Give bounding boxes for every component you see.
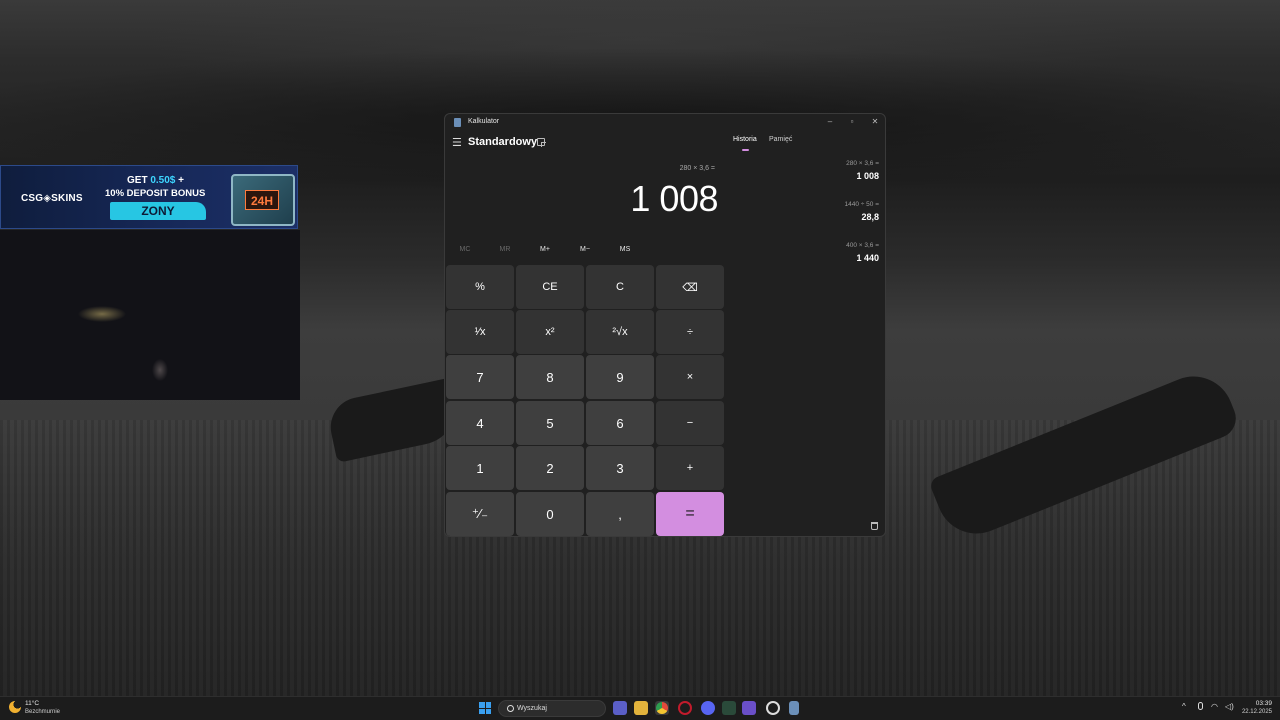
ad-headline-amount: 0.50$ (150, 175, 176, 186)
backspace-button[interactable]: ⌫ (656, 265, 724, 309)
memory-clear-button[interactable]: MC (450, 246, 480, 253)
percent-button[interactable]: % (446, 265, 514, 309)
ad-headline-prefix: GET (127, 175, 151, 186)
calculator-app-icon (454, 118, 461, 127)
tray-chevron-up-icon[interactable]: ^ (1182, 702, 1186, 711)
minimize-button[interactable]: – (820, 116, 840, 128)
decimal-button[interactable]: , (586, 492, 654, 536)
clock-time[interactable]: 03:39 (1242, 700, 1272, 707)
search-placeholder: Wyszukaj (517, 705, 547, 712)
trash-icon[interactable] (871, 522, 878, 530)
digit-2-button[interactable]: 2 (516, 446, 584, 490)
digit-7-button[interactable]: 7 (446, 355, 514, 399)
video-overlay (0, 230, 300, 400)
opera-app-icon[interactable] (678, 701, 692, 715)
digit-5-button[interactable]: 5 (516, 401, 584, 445)
memory-store-button[interactable]: MS (610, 246, 640, 253)
history-expression: 400 × 3,6 = (846, 242, 879, 249)
divide-button[interactable]: ÷ (656, 310, 724, 354)
subtract-button[interactable]: − (656, 401, 724, 445)
ad-case-label: 24H (245, 190, 279, 210)
tab-history-indicator (742, 149, 749, 151)
search-icon (507, 705, 514, 712)
windows-start-icon[interactable] (479, 702, 491, 714)
title-bar[interactable]: Kalkulator – ▫ ✕ (445, 114, 885, 130)
side-panel-tabs: Historia Pamięć (733, 136, 883, 156)
ad-headline: GET 0.50$ + (127, 175, 184, 186)
chrome-logo (656, 702, 668, 714)
volume-icon[interactable]: ◁) (1225, 702, 1234, 711)
history-item[interactable]: 280 × 3,6 = 1 008 (735, 160, 879, 181)
calculator-window: Kalkulator – ▫ ✕ ☰ Standardowy 280 × 3,6… (444, 113, 886, 537)
weather-temperature[interactable]: 11°C (25, 700, 39, 707)
twitch-app-icon[interactable] (742, 701, 756, 715)
multiply-button[interactable]: × (656, 355, 724, 399)
ad-logo: CSG◈SKINS (21, 193, 83, 204)
ad-headline-suffix: + (175, 175, 184, 186)
steam-app-icon[interactable] (766, 701, 780, 715)
history-result: 1 008 (856, 171, 879, 181)
chrome-app-icon[interactable] (655, 701, 669, 715)
add-button[interactable]: + (656, 446, 724, 490)
memory-subtract-button[interactable]: M− (570, 246, 600, 253)
teams-app-icon[interactable] (613, 701, 627, 715)
file-explorer-icon[interactable] (634, 701, 648, 715)
keep-on-top-icon[interactable] (537, 138, 546, 147)
microphone-icon[interactable] (1198, 702, 1203, 710)
clear-button[interactable]: C (586, 265, 654, 309)
tab-memory[interactable]: Pamięć (769, 136, 792, 143)
weather-description[interactable]: Bezchmurnie (25, 709, 60, 715)
clear-entry-button[interactable]: CE (516, 265, 584, 309)
taskbar: 11°C Bezchmurnie Wyszukaj ^ ◠ ◁) 03:39 2… (0, 696, 1280, 720)
digit-3-button[interactable]: 3 (586, 446, 654, 490)
excel-app-icon[interactable] (722, 701, 736, 715)
memory-recall-button[interactable]: MR (490, 246, 520, 253)
digit-0-button[interactable]: 0 (516, 492, 584, 536)
calculator-taskbar-icon[interactable] (789, 701, 799, 715)
memory-add-button[interactable]: M+ (530, 246, 560, 253)
digit-1-button[interactable]: 1 (446, 446, 514, 490)
ad-subline: 10% DEPOSIT BONUS (105, 188, 206, 199)
tab-history[interactable]: Historia (733, 136, 757, 143)
taskbar-search-box[interactable]: Wyszukaj (498, 700, 606, 717)
history-item[interactable]: 400 × 3,6 = 1 440 (735, 242, 879, 263)
square-root-button[interactable]: ²√x (586, 310, 654, 354)
keypad: % CE C ⌫ ¹⁄x x² ²√x ÷ 7 8 9 × 4 5 6 − 1 … (446, 265, 726, 536)
discord-app-icon[interactable] (701, 701, 715, 715)
history-expression: 280 × 3,6 = (846, 160, 879, 167)
close-button[interactable]: ✕ (865, 116, 885, 128)
clock-date[interactable]: 22.12.2025 (1238, 709, 1272, 715)
square-button[interactable]: x² (516, 310, 584, 354)
memory-row: MC MR M+ M− MS (445, 246, 725, 260)
reciprocal-button[interactable]: ¹⁄x (446, 310, 514, 354)
hamburger-menu-icon[interactable]: ☰ (452, 136, 462, 149)
network-icon[interactable]: ◠ (1211, 702, 1218, 711)
history-result: 1 440 (856, 253, 879, 263)
negate-button[interactable]: ⁺⁄₋ (446, 492, 514, 536)
video-figure (148, 354, 172, 388)
window-title: Kalkulator (468, 118, 500, 125)
digit-9-button[interactable]: 9 (586, 355, 654, 399)
result-display: 1 008 (630, 178, 718, 219)
equals-button[interactable]: = (656, 492, 724, 536)
maximize-button[interactable]: ▫ (842, 116, 862, 128)
ad-case-image: 24H (231, 174, 295, 226)
weather-moon-icon[interactable] (9, 701, 21, 713)
video-lights (68, 300, 136, 326)
digit-4-button[interactable]: 4 (446, 401, 514, 445)
history-result: 28,8 (861, 212, 879, 222)
expression-display: 280 × 3,6 = (679, 165, 715, 172)
digit-6-button[interactable]: 6 (586, 401, 654, 445)
ad-promo-code[interactable]: ZONY (110, 202, 206, 220)
mode-title: Standardowy (468, 136, 538, 148)
history-item[interactable]: 1440 ÷ 50 = 28,8 (735, 201, 879, 222)
history-expression: 1440 ÷ 50 = (844, 201, 879, 208)
digit-8-button[interactable]: 8 (516, 355, 584, 399)
